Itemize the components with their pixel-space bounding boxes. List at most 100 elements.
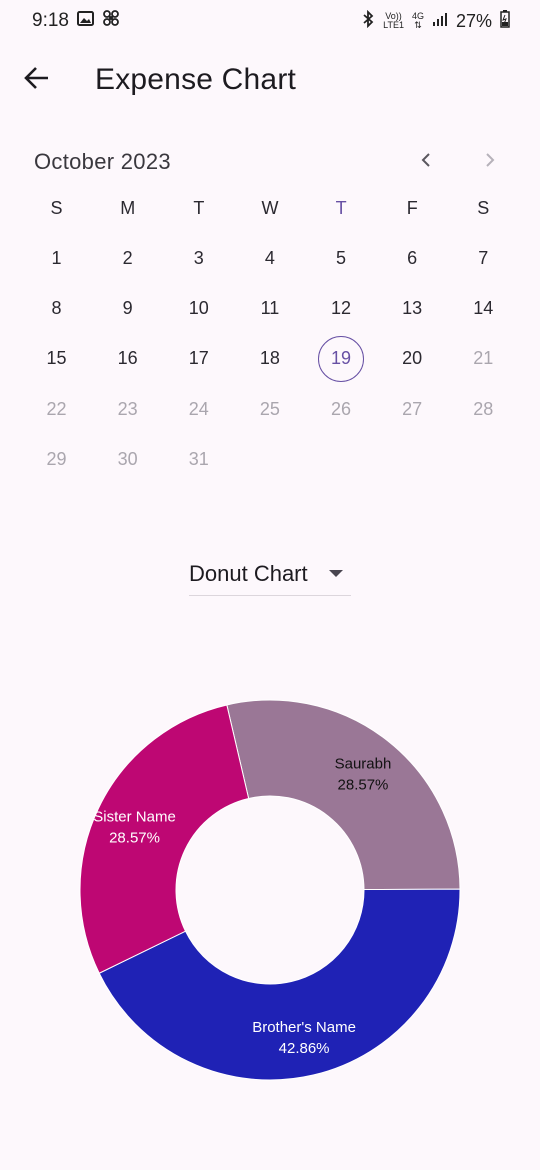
volte-bottom: LTE1 bbox=[383, 20, 404, 30]
calendar-day-label: 30 bbox=[117, 449, 138, 470]
calendar-day-label: 13 bbox=[402, 298, 423, 319]
calendar-day: 25 bbox=[234, 384, 305, 434]
calendar-day-label: 23 bbox=[117, 398, 138, 419]
calendar-day: 23 bbox=[92, 384, 163, 434]
weekday-label: S bbox=[477, 197, 490, 218]
calendar-day-selected[interactable]: 19 bbox=[306, 334, 377, 384]
calendar-day: 24 bbox=[163, 384, 234, 434]
month-nav bbox=[404, 142, 512, 182]
calendar-day-label: 10 bbox=[188, 298, 209, 319]
slice-percent-label: 28.57% bbox=[109, 830, 160, 847]
volte-indicator: Vo)) LTE1 bbox=[383, 12, 404, 30]
calendar-day[interactable]: 12 bbox=[306, 283, 377, 333]
battery-percent: 27% bbox=[455, 10, 492, 31]
calendar-day[interactable]: 6 bbox=[377, 233, 448, 283]
app-bar: Expense Chart bbox=[0, 48, 540, 112]
calendar-day[interactable]: 5 bbox=[306, 233, 377, 283]
calendar-day-label: 4 bbox=[264, 247, 275, 268]
calendar-day: 21 bbox=[448, 334, 519, 384]
weekday-label: T bbox=[335, 197, 347, 218]
arrow-left-icon bbox=[24, 66, 50, 95]
calendar-day-label: 14 bbox=[473, 298, 494, 319]
calendar-day-label: 1 bbox=[51, 247, 62, 268]
calendar-day-label: 24 bbox=[188, 398, 209, 419]
status-right: Vo)) LTE1 4G ⇅ 27% bbox=[361, 9, 510, 33]
donut-chart-svg: Saurabh 28.57% Brother's Name 42.86% Sister … bbox=[79, 699, 461, 1081]
calendar-day-label: 16 bbox=[117, 348, 138, 369]
calendar-day[interactable]: 9 bbox=[92, 283, 163, 333]
calendar-day: 22 bbox=[21, 384, 92, 434]
calendar-day[interactable]: 4 bbox=[234, 233, 305, 283]
calendar-day-label: 11 bbox=[260, 298, 280, 319]
calendar-day-label: 15 bbox=[46, 348, 67, 369]
calendar-day-label: 29 bbox=[46, 449, 67, 470]
calendar-day[interactable]: 8 bbox=[21, 283, 92, 333]
calendar-day-label: 17 bbox=[188, 348, 209, 369]
calendar-day-label: 12 bbox=[331, 298, 352, 319]
calendar-day-label: 26 bbox=[331, 398, 352, 419]
donut-slice[interactable] bbox=[79, 704, 250, 974]
calendar-day-label: 18 bbox=[259, 348, 280, 369]
slice-name-label: Brother's Name bbox=[252, 1019, 356, 1036]
status-time: 9:18 bbox=[32, 10, 69, 31]
calendar-day[interactable]: 15 bbox=[21, 334, 92, 384]
chart-type-value: Donut Chart bbox=[189, 560, 308, 586]
month-label: October 2023 bbox=[34, 149, 171, 174]
bluetooth-icon bbox=[361, 9, 375, 33]
calendar-day-label: 6 bbox=[407, 247, 418, 268]
calendar-day-label: 22 bbox=[46, 398, 67, 419]
calendar-day-label: 9 bbox=[122, 298, 133, 319]
slice-name-label: Sister Name bbox=[93, 809, 176, 826]
calendar-day-label: 25 bbox=[259, 398, 280, 419]
calendar-day[interactable]: 11 bbox=[234, 283, 305, 333]
calendar-day[interactable]: 3 bbox=[163, 233, 234, 283]
calendar-day-label: 5 bbox=[336, 247, 347, 268]
calendar-day: 28 bbox=[448, 384, 519, 434]
calendar-day[interactable]: 16 bbox=[92, 334, 163, 384]
pinwheel-icon bbox=[102, 9, 120, 33]
donut-slice[interactable] bbox=[226, 699, 461, 891]
calendar-day[interactable]: 14 bbox=[448, 283, 519, 333]
status-bar: 9:18 Vo)) LTE1 4G ⇅ 27% bbox=[0, 0, 540, 42]
calendar-day[interactable]: 1 bbox=[21, 233, 92, 283]
calendar-day: 26 bbox=[306, 384, 377, 434]
calendar-day-label: 2 bbox=[122, 247, 133, 268]
slice-percent-label: 42.86% bbox=[279, 1040, 330, 1057]
donut-chart: Saurabh 28.57% Brother's Name 42.86% Sister … bbox=[0, 600, 540, 1160]
calendar-day-label: 21 bbox=[473, 348, 494, 369]
back-button[interactable] bbox=[9, 52, 65, 108]
network-bottom: ⇅ bbox=[414, 20, 422, 30]
calendar-grid: S M T W T F S 1 2 3 4 5 6 7 8 9 10 11 12 13 14 15 16 17 18 19 20 21… bbox=[21, 183, 519, 485]
weekday-label: F bbox=[406, 197, 418, 218]
calendar-day-label: 20 bbox=[402, 348, 423, 369]
calendar-day: 30 bbox=[92, 435, 163, 485]
signal-icon bbox=[432, 11, 448, 32]
weekday-label: W bbox=[261, 197, 279, 218]
weekday-label: S bbox=[50, 197, 63, 218]
chart-type-dropdown[interactable]: Donut Chart bbox=[189, 552, 351, 596]
next-month-button[interactable] bbox=[468, 142, 512, 182]
chevron-left-icon bbox=[420, 152, 432, 173]
calendar-day[interactable]: 13 bbox=[377, 283, 448, 333]
page-title: Expense Chart bbox=[95, 63, 297, 96]
calendar-day-label: 8 bbox=[51, 298, 62, 319]
calendar-day-label: 28 bbox=[473, 398, 494, 419]
calendar-header: October 2023 bbox=[34, 142, 506, 182]
calendar-day[interactable]: 20 bbox=[377, 334, 448, 384]
calendar-day[interactable]: 10 bbox=[163, 283, 234, 333]
network-type-indicator: 4G ⇅ bbox=[412, 12, 424, 30]
slice-name-label: Saurabh bbox=[335, 755, 392, 772]
battery-icon bbox=[500, 9, 510, 33]
calendar-day-label: 3 bbox=[193, 247, 204, 268]
calendar-day-label: 19 bbox=[318, 335, 365, 382]
weekday-label: M bbox=[120, 197, 136, 218]
calendar-day[interactable]: 18 bbox=[234, 334, 305, 384]
image-icon bbox=[76, 10, 94, 32]
calendar-day[interactable]: 2 bbox=[92, 233, 163, 283]
calendar-day[interactable]: 17 bbox=[163, 334, 234, 384]
weekday-label: T bbox=[193, 197, 205, 218]
previous-month-button[interactable] bbox=[404, 142, 448, 182]
slice-percent-label: 28.57% bbox=[338, 776, 389, 793]
calendar-day[interactable]: 7 bbox=[448, 233, 519, 283]
status-left: 9:18 bbox=[32, 9, 120, 33]
